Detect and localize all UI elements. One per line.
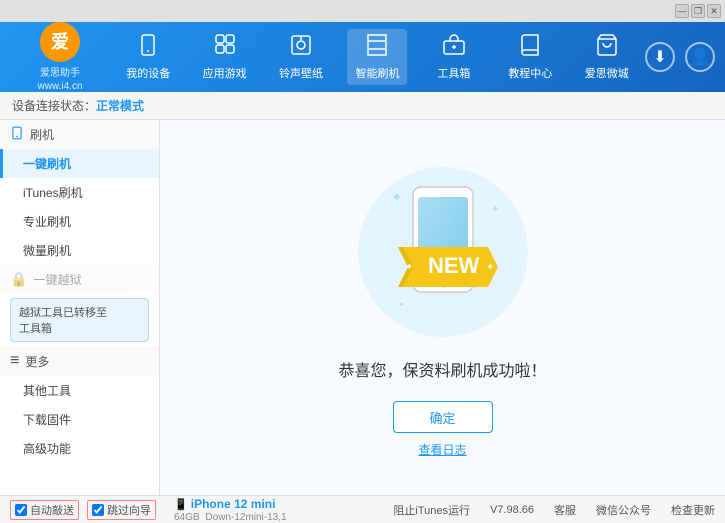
sidebar-item-advanced[interactable]: 高级功能 — [0, 434, 159, 463]
stop-itunes-button[interactable]: 阻止iTunes运行 — [393, 502, 470, 518]
sidebar: 刷机 一键刷机 iTunes刷机 专业刷机 微量刷机 🔒 一键越狱 越狱工具已转… — [0, 120, 160, 495]
nav-apps-games[interactable]: 应用游戏 — [195, 29, 255, 85]
bottom-right: 阻止iTunes运行 V7.98.66 客服 微信公众号 检查更新 — [393, 502, 715, 518]
sidebar-item-download-firmware[interactable]: 下载固件 — [0, 405, 159, 434]
flash-section-label: 刷机 — [30, 126, 54, 143]
nav-tmall[interactable]: 爱思微城 — [577, 29, 637, 85]
auto-jump-input[interactable] — [15, 504, 27, 516]
version-label: V7.98.66 — [490, 504, 534, 516]
nav-my-device-label: 我的设备 — [126, 65, 170, 81]
nav-tmall-label: 爱思微城 — [585, 65, 629, 81]
logo-icon: 爱 — [40, 22, 80, 62]
more-section-label: 更多 — [25, 353, 49, 370]
nav-toolbox-label: 工具箱 — [437, 65, 470, 81]
download-button[interactable]: ⬇ — [645, 42, 675, 72]
tutorial-icon — [518, 33, 542, 63]
more-section-icon: ≡ — [10, 352, 19, 370]
nav-toolbox[interactable]: 工具箱 — [424, 29, 484, 85]
user-button[interactable]: 👤 — [685, 42, 715, 72]
success-illustration: ✦ ✦ ✦ NEW ✦ ✦ — [343, 157, 543, 357]
device-storage: 64GB — [174, 512, 200, 523]
tmall-icon — [595, 33, 619, 63]
svg-text:✦: ✦ — [391, 189, 403, 205]
svg-text:✦: ✦ — [405, 262, 413, 273]
logo-name: 爱思助手 — [40, 64, 80, 79]
my-device-icon — [136, 33, 160, 63]
main-content: ✦ ✦ ✦ NEW ✦ ✦ — [160, 120, 725, 495]
device-name: iPhone 12 mini — [191, 497, 276, 511]
apps-games-icon — [213, 33, 237, 63]
device-icon: 📱 — [174, 499, 188, 511]
sidebar-section-flash[interactable]: 刷机 — [0, 120, 159, 149]
nav-my-device[interactable]: 我的设备 — [118, 29, 178, 85]
flash-section-icon — [10, 126, 24, 143]
jailbreak-notice: 越狱工具已转移至工具箱 — [10, 298, 149, 342]
logo-url: www.i4.cn — [37, 81, 82, 92]
revisit-link[interactable]: 查看日志 — [418, 441, 466, 458]
toolbox-icon — [442, 33, 466, 63]
logo-area: 爱 爱思助手 www.i4.cn — [10, 22, 110, 92]
svg-text:NEW: NEW — [428, 253, 480, 278]
sidebar-item-pro-flash[interactable]: 专业刷机 — [0, 207, 159, 236]
main-layout: 刷机 一键刷机 iTunes刷机 专业刷机 微量刷机 🔒 一键越狱 越狱工具已转… — [0, 120, 725, 495]
minimize-button[interactable]: — — [675, 4, 689, 18]
header: 爱 爱思助手 www.i4.cn 我的设备 应用游戏 铃声壁纸 — [0, 22, 725, 92]
title-bar: — ❐ ✕ — [0, 0, 725, 22]
skip-wizard-checkbox[interactable]: 跳过向导 — [87, 500, 156, 520]
auto-jump-label: 自动敲送 — [30, 502, 74, 518]
skip-wizard-label: 跳过向导 — [107, 502, 151, 518]
nav-ringtones-label: 铃声壁纸 — [279, 65, 323, 81]
jailbreak-section-icon: 🔒 — [10, 271, 27, 288]
svg-text:爱: 爱 — [51, 32, 69, 52]
nav-ringtones[interactable]: 铃声壁纸 — [271, 29, 331, 85]
nav-smart-flash-label: 智能刷机 — [355, 65, 399, 81]
status-bar: 设备连接状态： 正常模式 — [0, 92, 725, 120]
skip-wizard-input[interactable] — [92, 504, 104, 516]
jailbreak-section-label: 一键越狱 — [33, 271, 81, 288]
auto-jump-checkbox[interactable]: 自动敲送 — [10, 500, 79, 520]
sidebar-section-more[interactable]: ≡ 更多 — [0, 346, 159, 376]
nav-apps-games-label: 应用游戏 — [203, 65, 247, 81]
success-message: 恭喜您，保资料刷机成功啦！ — [338, 357, 546, 381]
nav-right-actions: ⬇ 👤 — [645, 42, 715, 72]
restore-button[interactable]: ❐ — [691, 4, 705, 18]
device-info: 📱 iPhone 12 mini 64GB Down-12mini-13,1 — [174, 497, 287, 523]
bottom-bar: 自动敲送 跳过向导 📱 iPhone 12 mini 64GB Down-12m… — [0, 495, 725, 523]
confirm-button[interactable]: 确定 — [393, 401, 493, 433]
nav-items: 我的设备 应用游戏 铃声壁纸 智能刷机 工具箱 — [110, 29, 645, 85]
sidebar-item-save-flash[interactable]: 微量刷机 — [0, 236, 159, 265]
close-button[interactable]: ✕ — [707, 4, 721, 18]
smart-flash-icon — [365, 33, 389, 63]
nav-tutorial-label: 教程中心 — [508, 65, 552, 81]
device-system: Down-12mini-13,1 — [203, 512, 287, 523]
customer-service-link[interactable]: 客服 — [554, 502, 576, 518]
sidebar-item-onekey-flash[interactable]: 一键刷机 — [0, 149, 159, 178]
ringtones-icon — [289, 33, 313, 63]
sidebar-section-jailbreak: 🔒 一键越狱 — [0, 265, 159, 294]
bottom-left: 自动敲送 跳过向导 📱 iPhone 12 mini 64GB Down-12m… — [10, 497, 393, 523]
svg-text:✦: ✦ — [398, 300, 405, 309]
nav-smart-flash[interactable]: 智能刷机 — [347, 29, 407, 85]
stop-itunes-label: 阻止iTunes运行 — [393, 502, 470, 518]
sidebar-item-other-tools[interactable]: 其他工具 — [0, 376, 159, 405]
nav-tutorial[interactable]: 教程中心 — [500, 29, 560, 85]
svg-text:✦: ✦ — [491, 204, 499, 215]
wechat-link[interactable]: 微信公众号 — [596, 502, 651, 518]
sidebar-item-itunes-flash[interactable]: iTunes刷机 — [0, 178, 159, 207]
svg-text:✦: ✦ — [486, 262, 494, 273]
status-value: 正常模式 — [96, 97, 144, 114]
check-update-link[interactable]: 检查更新 — [671, 502, 715, 518]
status-label: 设备连接状态： — [12, 97, 96, 114]
